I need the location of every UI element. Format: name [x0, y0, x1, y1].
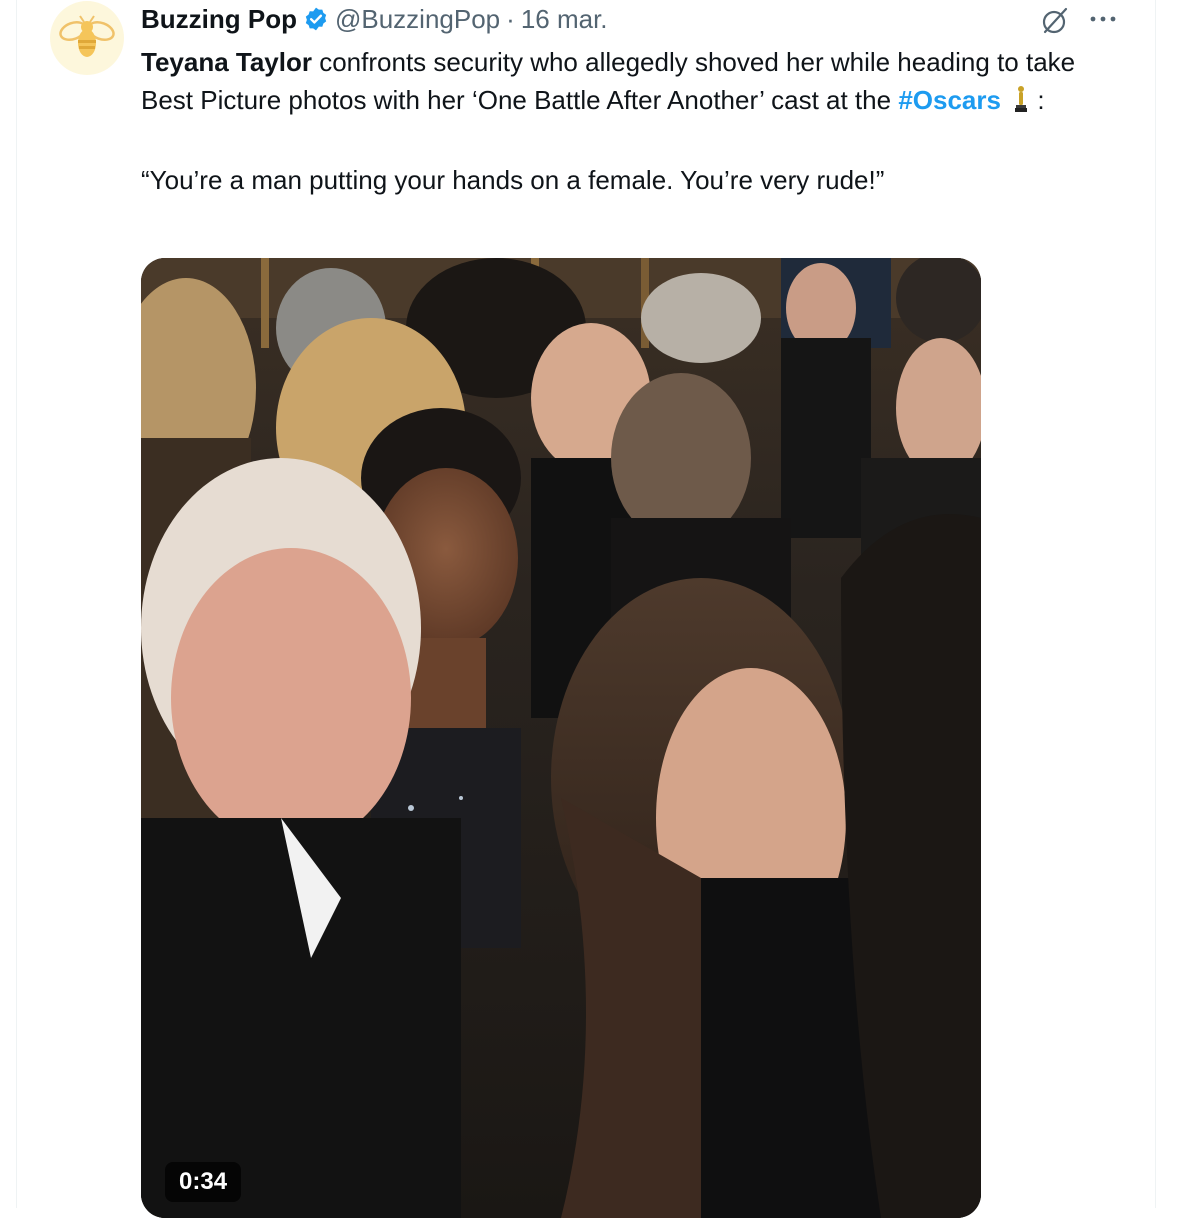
video-frame: [141, 258, 981, 1218]
author-name[interactable]: Buzzing Pop: [141, 4, 297, 35]
grok-icon: [1042, 7, 1068, 34]
tweet-text: Teyana Taylor confronts security who all…: [141, 43, 1126, 199]
tweet-header: Buzzing Pop @BuzzingPop · 16 mar.: [141, 2, 608, 36]
oscar-trophy-icon: [1012, 85, 1030, 123]
author-handle[interactable]: @BuzzingPop: [335, 4, 500, 35]
tweet-date[interactable]: 16 mar.: [521, 4, 608, 35]
more-options-button[interactable]: [1086, 4, 1120, 34]
bee-logo-icon: [59, 15, 115, 57]
hashtag-link[interactable]: #Oscars: [898, 85, 1001, 115]
video-duration-badge: 0:34: [165, 1162, 242, 1202]
more-options-icon: [1090, 16, 1116, 22]
tweet-quote: “You’re a man putting your hands on a fe…: [141, 165, 885, 195]
header-separator: ·: [506, 3, 515, 34]
mentioned-name: Teyana Taylor: [141, 47, 312, 77]
video-player[interactable]: 0:34: [141, 258, 981, 1218]
verified-badge-icon: [303, 6, 329, 32]
tweet-text-colon: :: [1030, 85, 1045, 115]
grok-button[interactable]: [1038, 4, 1072, 38]
author-avatar[interactable]: [50, 1, 124, 75]
